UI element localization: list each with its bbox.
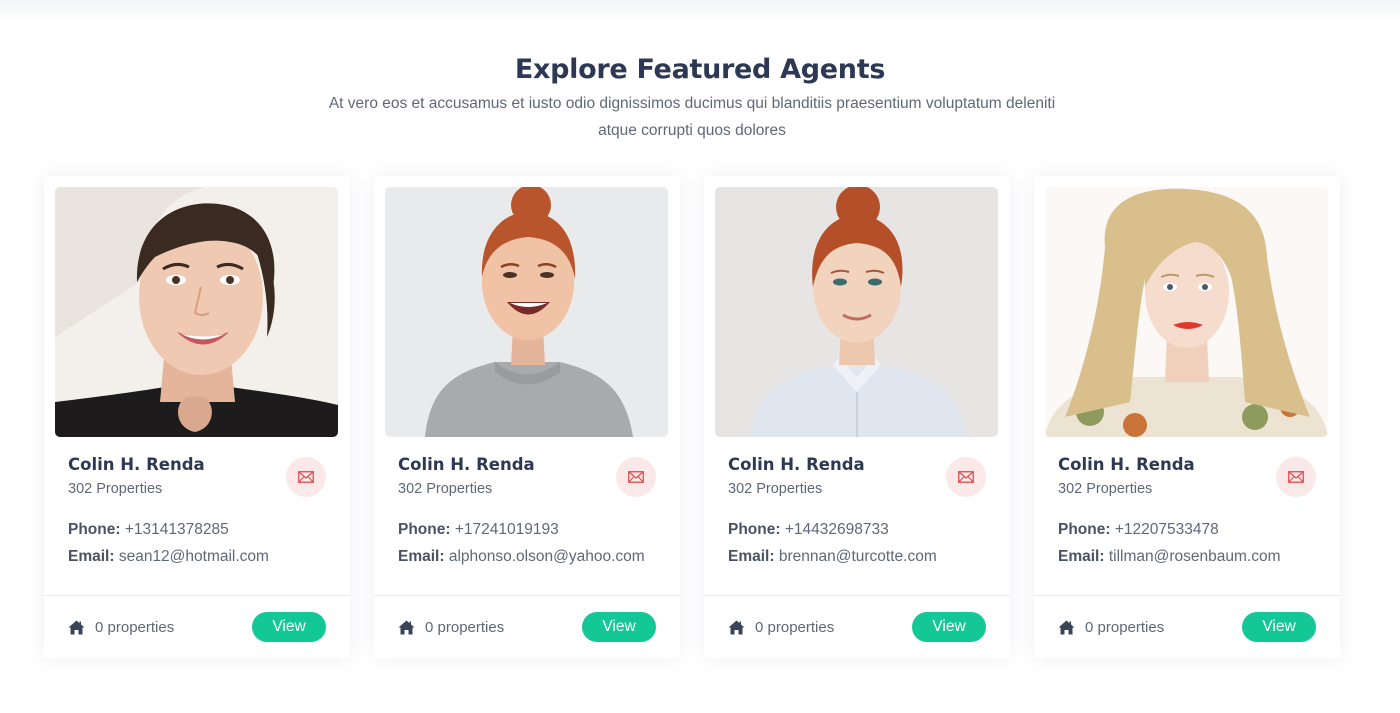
- agent-properties-count: 302 Properties: [68, 481, 163, 497]
- phone-label: Phone:: [1058, 521, 1111, 538]
- phone-value[interactable]: +14432698733: [785, 521, 889, 538]
- agent-card: Colin H. Renda 302 Properties Phone: +14…: [704, 176, 1010, 658]
- listing-count: 0 properties: [95, 619, 175, 636]
- email-value[interactable]: tillman@rosenbaum.com: [1109, 548, 1281, 565]
- card-divider: [1034, 595, 1340, 596]
- email-label: Email:: [398, 548, 445, 565]
- listing-count: 0 properties: [1085, 619, 1165, 636]
- view-button[interactable]: View: [912, 612, 986, 642]
- envelope-icon: [958, 471, 974, 483]
- view-button[interactable]: View: [582, 612, 656, 642]
- mail-button[interactable]: [286, 457, 326, 497]
- email-row: Email: alphonso.olson@yahoo.com: [398, 548, 645, 566]
- card-divider: [44, 595, 350, 596]
- view-button[interactable]: View: [252, 612, 326, 642]
- email-row: Email: brennan@turcotte.com: [728, 548, 937, 566]
- agent-name[interactable]: Colin H. Renda: [398, 455, 535, 474]
- email-value[interactable]: sean12@hotmail.com: [119, 548, 269, 565]
- card-divider: [374, 595, 680, 596]
- agent-card: Colin H. Renda 302 Properties Phone: +17…: [374, 176, 680, 658]
- phone-value[interactable]: +12207533478: [1115, 521, 1219, 538]
- agent-name[interactable]: Colin H. Renda: [728, 455, 865, 474]
- envelope-icon: [1288, 471, 1304, 483]
- section-description: At vero eos et accusamus et iusto odio d…: [328, 95, 1056, 139]
- agent-properties-count: 302 Properties: [1058, 481, 1153, 497]
- email-label: Email:: [1058, 548, 1105, 565]
- header-shadow: [0, 0, 1400, 22]
- agent-photo[interactable]: [715, 187, 998, 437]
- agent-name[interactable]: Colin H. Renda: [1058, 455, 1195, 474]
- mail-button[interactable]: [1276, 457, 1316, 497]
- agent-properties-count: 302 Properties: [398, 481, 493, 497]
- card-divider: [704, 595, 1010, 596]
- phone-row: Phone: +12207533478: [1058, 521, 1219, 539]
- phone-row: Phone: +17241019193: [398, 521, 559, 539]
- home-icon: [398, 620, 415, 635]
- agent-photo[interactable]: [55, 187, 338, 437]
- email-row: Email: tillman@rosenbaum.com: [1058, 548, 1281, 566]
- agent-name[interactable]: Colin H. Renda: [68, 455, 205, 474]
- section-title: Explore Featured Agents: [514, 54, 886, 85]
- phone-value[interactable]: +17241019193: [455, 521, 559, 538]
- home-icon: [1058, 620, 1075, 635]
- view-button[interactable]: View: [1242, 612, 1316, 642]
- agent-card: Colin H. Renda 302 Properties Phone: +13…: [44, 176, 350, 658]
- envelope-icon: [298, 471, 314, 483]
- mail-button[interactable]: [946, 457, 986, 497]
- listing-count: 0 properties: [755, 619, 835, 636]
- listing-count: 0 properties: [425, 619, 505, 636]
- email-label: Email:: [68, 548, 115, 565]
- envelope-icon: [628, 471, 644, 483]
- phone-value[interactable]: +13141378285: [125, 521, 229, 538]
- home-icon: [68, 620, 85, 635]
- agent-photo[interactable]: [385, 187, 668, 437]
- agent-properties-count: 302 Properties: [728, 481, 823, 497]
- phone-label: Phone:: [68, 521, 121, 538]
- agent-cards: Colin H. Renda 302 Properties Phone: +13…: [44, 176, 1340, 658]
- email-value[interactable]: brennan@turcotte.com: [779, 548, 937, 565]
- phone-row: Phone: +13141378285: [68, 521, 229, 539]
- home-icon: [728, 620, 745, 635]
- email-row: Email: sean12@hotmail.com: [68, 548, 269, 566]
- mail-button[interactable]: [616, 457, 656, 497]
- phone-row: Phone: +14432698733: [728, 521, 889, 539]
- email-label: Email:: [728, 548, 775, 565]
- agent-photo[interactable]: [1045, 187, 1328, 437]
- phone-label: Phone:: [728, 521, 781, 538]
- email-value[interactable]: alphonso.olson@yahoo.com: [449, 548, 645, 565]
- phone-label: Phone:: [398, 521, 451, 538]
- agent-card: Colin H. Renda 302 Properties Phone: +12…: [1034, 176, 1340, 658]
